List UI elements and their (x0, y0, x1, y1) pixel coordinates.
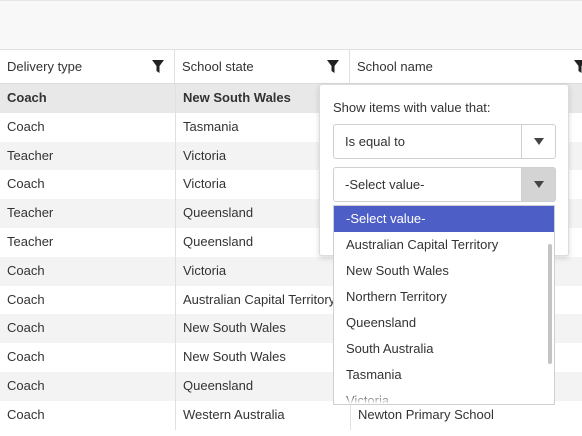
table-cell-delivery: Coach (7, 291, 45, 307)
column-header-label: Delivery type (7, 59, 83, 74)
column-header-school-name[interactable]: School name (350, 50, 582, 84)
operator-value: Is equal to (345, 134, 405, 149)
dropdown-option[interactable]: South Australia (334, 336, 554, 362)
filter-icon[interactable] (327, 60, 339, 74)
dropdown-option[interactable]: -Select value- (334, 206, 554, 232)
chevron-down-icon[interactable] (521, 125, 555, 158)
table-cell-delivery: Coach (7, 118, 45, 134)
dropdown-option[interactable]: Queensland (334, 310, 554, 336)
table-cell-delivery: Coach (7, 320, 45, 336)
column-header-label: School name (357, 59, 433, 74)
list-scrollbar[interactable] (548, 244, 552, 364)
table-cell-delivery: Coach (7, 176, 45, 192)
table-cell-delivery: Teacher (7, 205, 54, 221)
column-header-school-state[interactable]: School state (175, 50, 350, 84)
table-cell-delivery: Teacher (7, 147, 54, 163)
table-row[interactable]: Coach Western Australia Newton Primary Sch… (0, 400, 582, 430)
column-header-label: School state (182, 59, 254, 74)
dropdown-option[interactable]: Australian Capital Territory (334, 232, 554, 258)
table-cell-delivery: Coach (7, 90, 47, 105)
filter-icon[interactable] (574, 60, 582, 74)
table-cell-school: Newton Primary School (350, 400, 582, 430)
table-cell-delivery: Coach (7, 349, 45, 365)
dropdown-option[interactable]: Northern Territory (334, 284, 554, 310)
value-dropdown[interactable]: -Select value- (333, 167, 556, 202)
table-cell-state: Victoria (175, 256, 350, 286)
value-selected: -Select value- (345, 177, 425, 192)
table-cell-delivery: Teacher (7, 234, 54, 249)
filter-icon[interactable] (152, 60, 164, 74)
dropdown-option[interactable]: Tasmania (334, 362, 554, 388)
chevron-down-icon[interactable] (521, 168, 555, 201)
table-cell-delivery: Coach (7, 406, 45, 422)
grid-toolbar (0, 0, 582, 50)
dropdown-option[interactable]: New South Wales (334, 258, 554, 284)
column-header-delivery-type[interactable]: Delivery type (0, 50, 175, 84)
value-options-list[interactable]: -Select value- Australian Capital Territo… (333, 205, 555, 405)
table-cell-state: Western Australia (175, 400, 350, 430)
table-cell-state: New South Wales (175, 343, 350, 372)
operator-dropdown[interactable]: Is equal to (333, 124, 556, 159)
filter-caption: Show items with value that: (333, 100, 491, 115)
table-cell-state: Queensland (175, 372, 350, 401)
table-cell-delivery: Coach (7, 378, 45, 393)
table-cell-state: Australian Capital Territory (175, 285, 350, 315)
table-cell-delivery: Coach (7, 262, 45, 278)
table-cell-state: New South Wales (175, 314, 350, 344)
